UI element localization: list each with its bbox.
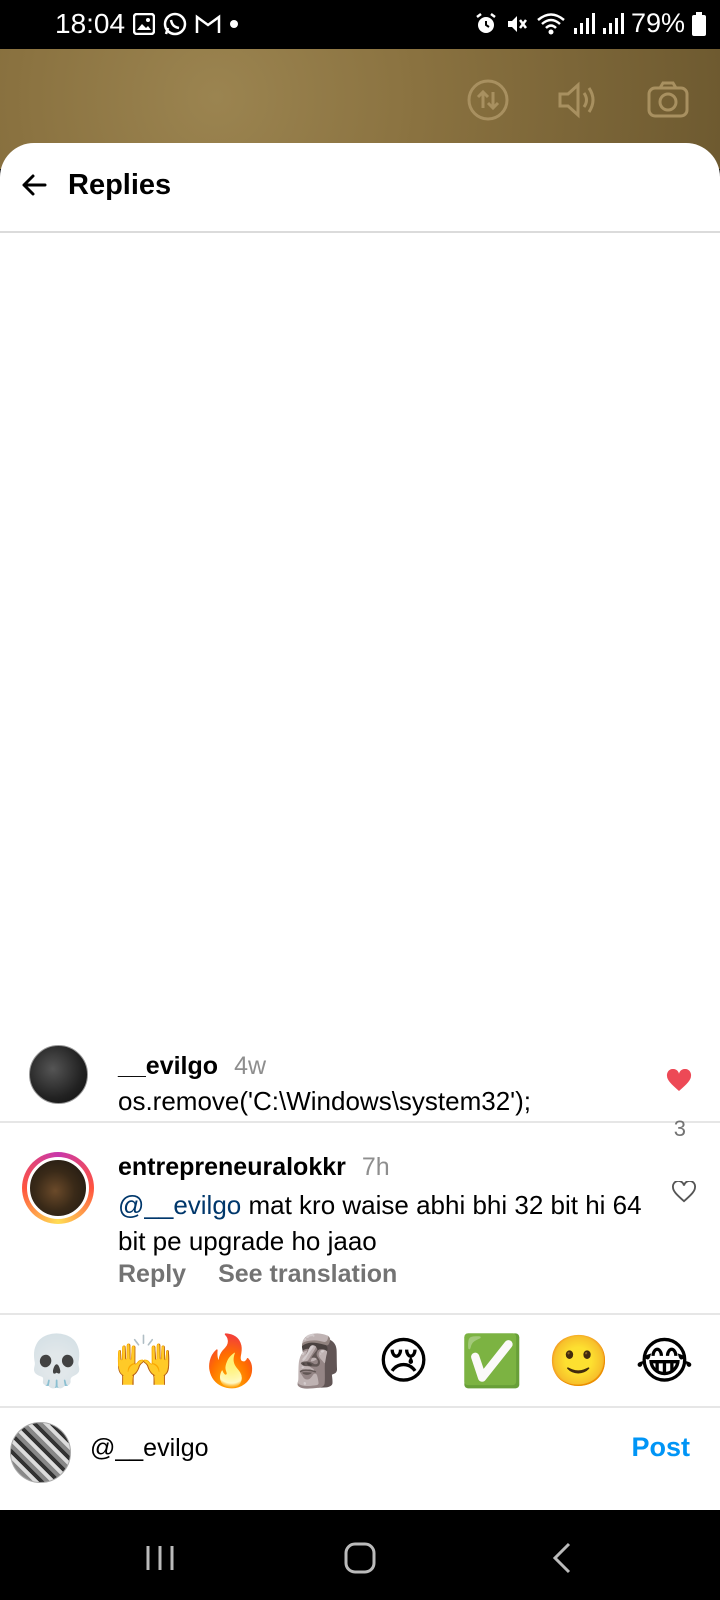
emoji-skull[interactable]: 💀 — [26, 1336, 88, 1386]
gallery-icon — [133, 13, 155, 35]
camera-icon[interactable] — [646, 78, 690, 122]
comment-timestamp: 7h — [361, 1153, 390, 1181]
back-icon[interactable] — [543, 1540, 583, 1576]
emoji-raised-hands[interactable]: 🙌 — [113, 1336, 175, 1386]
comment-text: os.remove('C:\Windows\system32'); — [118, 1086, 532, 1116]
emoji-check[interactable]: ✅ — [461, 1336, 523, 1386]
comment-timestamp: 4w — [234, 1052, 267, 1080]
see-translation-button[interactable]: See translation — [218, 1260, 397, 1289]
signal-icon-1 — [573, 12, 595, 34]
recent-apps-icon[interactable] — [140, 1540, 180, 1576]
reply-button[interactable]: Reply — [118, 1260, 186, 1289]
status-right: 79% — [474, 8, 706, 39]
comment-text: @__evilgo mat kro waise abhi bhi 32 bit … — [118, 1190, 642, 1256]
post-button[interactable]: Post — [631, 1432, 690, 1463]
dot-icon — [230, 20, 238, 28]
emoji-fire[interactable]: 🔥 — [200, 1336, 262, 1386]
avatar[interactable] — [27, 1157, 89, 1219]
battery-percent: 79% — [630, 8, 685, 38]
wifi-icon — [537, 12, 565, 34]
avatar[interactable] — [29, 1045, 88, 1104]
page-title: Replies — [68, 169, 172, 201]
comment-username[interactable]: entrepreneuralokkr 7h — [118, 1153, 390, 1182]
gmail-icon — [195, 14, 221, 33]
emoji-bar: 💀 🙌 🔥 🗿 😢 ✅ 🙂 😂 — [0, 1315, 720, 1408]
camera-controls — [466, 78, 720, 122]
avatar — [10, 1422, 71, 1483]
flip-camera-icon[interactable] — [466, 78, 510, 122]
signal-icon-2 — [602, 12, 624, 34]
heart-filled-icon[interactable] — [666, 1069, 692, 1093]
status-bar: 18:04 79% — [0, 0, 720, 49]
emoji-sad[interactable]: 😢 — [374, 1336, 434, 1386]
alarm-icon — [476, 12, 496, 33]
sheet-header: Replies — [0, 143, 720, 233]
comment-composer: Post — [0, 1408, 720, 1498]
comment-username[interactable]: __evilgo 4w — [118, 1052, 266, 1081]
mention-link[interactable]: @__evilgo — [118, 1190, 241, 1220]
replies-sheet: Replies __evilgo 4w os.remove('C:\Windows… — [0, 143, 720, 1510]
speaker-icon[interactable] — [556, 78, 600, 122]
emoji-joy[interactable]: 😂 — [635, 1336, 695, 1386]
comment-actions: Reply See translation — [118, 1260, 397, 1289]
mute-icon — [507, 15, 527, 32]
heart-outline-icon[interactable] — [672, 1181, 696, 1203]
comment-input[interactable] — [90, 1434, 570, 1463]
notification-icons — [133, 12, 239, 36]
comment-item: entrepreneuralokkr 7h @__evilgo mat kro w… — [0, 1123, 720, 1315]
home-icon[interactable] — [340, 1540, 380, 1576]
status-time: 18:04 — [55, 8, 126, 39]
emoji-smile[interactable]: 🙂 — [548, 1336, 610, 1386]
comment-item: __evilgo 4w os.remove('C:\Windows\system3… — [0, 1028, 720, 1141]
whatsapp-icon — [163, 12, 187, 36]
system-nav-bar — [0, 1510, 720, 1600]
battery-icon — [692, 11, 706, 36]
back-arrow-icon[interactable] — [20, 171, 48, 199]
emoji-moai[interactable]: 🗿 — [287, 1336, 349, 1386]
